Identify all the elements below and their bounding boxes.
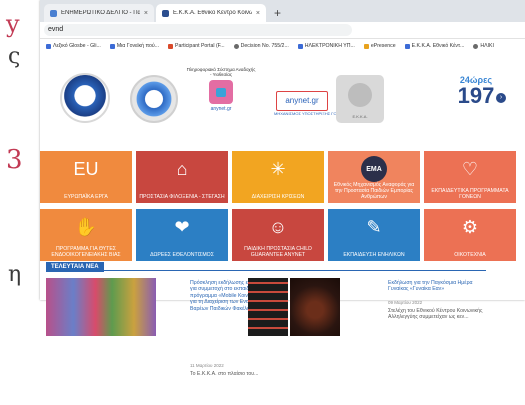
bookmark-favicon-icon	[46, 43, 51, 49]
news-image-poster[interactable]	[248, 278, 288, 336]
bookmark-item[interactable]: Μια Γονεϊκή πού...	[109, 43, 160, 49]
network-logo-icon[interactable]	[130, 75, 178, 123]
ema-logo-text: EMA	[361, 156, 387, 182]
tile-label: ΔΙΑΧΕΙΡΙΣΗ ΚΡΙΣΕΩΝ	[251, 194, 305, 200]
tile-label: ΔΩΡΕΕΣ ΕΘΕΛΟΝΤΙΣΜΟΣ	[150, 252, 214, 258]
tab-bar: ΕΝΗΜΕΡΩΤΙΚΟ ΔΕΛΤΙΟ - Παρου × Ε.Κ.Κ.Α. Εθ…	[40, 0, 525, 22]
slide-fragment-lower: η	[8, 262, 22, 287]
news-excerpt-2: Στελέχη του Εθνικού Κέντρου Κοινωνικής Α…	[388, 308, 483, 321]
news-date-2: 09 Μαρτίου 2022	[388, 300, 423, 305]
tile-parent-programs[interactable]: ♡ ΕΚΠΑΙΔΕΥΤΙΚΑ ΠΡΟΓΡΑΜΜΑΤΑ ΓΟΝΕΩΝ	[424, 151, 516, 203]
bookmark-item[interactable]: Ε.Κ.Κ.Α. Εθνικό Κέντ...	[404, 43, 465, 49]
bookmark-label: Ε.Κ.Κ.Α. Εθνικό Κέντ...	[411, 43, 465, 49]
news-excerpt-1: Το Ε.Κ.Κ.Α. στο πλαίσιο του...	[190, 371, 259, 377]
tile-label: ΠΡΟΣΤΑΣΙΑ ΦΙΛΟΞΕΝΙΑ - ΣΤΕΓΑΣΗ	[139, 194, 225, 200]
tab-title: ΕΝΗΜΕΡΩΤΙΚΟ ΔΕΛΤΙΟ - Παρου	[61, 10, 140, 16]
tile-label: Εθνικός Μηχανισμός Αναφοράς για την Προσ…	[333, 182, 415, 200]
tile-label: ΕΚΠΑΙΔΕΥΣΗ ΕΝΗΛΙΚΩΝ	[343, 252, 405, 258]
page-content: Πληροφοριακό Σύστημα Αναδοχής - Υιοθεσία…	[40, 53, 525, 300]
address-bar: evnd	[40, 22, 525, 39]
tab-favicon-icon	[50, 9, 57, 17]
tile-label: ΕΚΠΑΙΔΕΥΤΙΚΑ ΠΡΟΓΡΑΜΜΑΤΑ ΓΟΝΕΩΝ	[431, 188, 509, 200]
tile-child-guarantee[interactable]: ☺ ΠΑΙΔΙΚΗ ΠΡΟΣΤΑΣΙΑ CHILD GUARANTEE ANYN…	[232, 209, 324, 261]
tile-label: ΕΥΡΩΠΑΪΚΑ ΕΡΓΑ	[64, 194, 108, 200]
bookmark-item[interactable]: ΗΛΕΚΤΡΟΝΙΚΗ ΥΠ...	[297, 43, 355, 49]
ekka-logo-label: Ε.Κ.Κ.Α.	[352, 114, 368, 119]
tile-european-projects[interactable]: EU ΕΥΡΩΠΑΪΚΑ ΕΡΓΑ	[40, 151, 132, 203]
bookmarks-bar: Λεξικό Glosbe - Gli... Μια Γονεϊκή πού..…	[40, 39, 525, 54]
bookmark-favicon-icon	[233, 43, 239, 49]
network-icon: ✳	[270, 158, 286, 179]
slide-fragment-middle: 3	[6, 145, 23, 175]
tile-label: ΠΑΙΔΙΚΗ ΠΡΟΣΤΑΣΙΑ CHILD GUARANTEE ANYNET	[244, 246, 312, 258]
heart-hand-icon: ❤	[174, 216, 190, 237]
ekka-emblem-icon	[348, 83, 372, 107]
tab-close-icon[interactable]: ×	[256, 10, 260, 17]
tile-ema[interactable]: EMA Εθνικός Μηχανισμός Αναφοράς για την …	[328, 151, 420, 203]
bookmark-item[interactable]: Decision No. 755/2...	[233, 43, 289, 49]
tile-crafts[interactable]: ⚙ ΟΙΚΟΤΕΧΝΙΑ	[424, 209, 516, 261]
bookmark-item[interactable]: Λεξικό Glosbe - Gli...	[46, 43, 101, 49]
tab-title: Ε.Κ.Κ.Α. Εθνικό Κέντρο Κοινωνι	[173, 10, 252, 16]
bookmark-item[interactable]: ePresence	[363, 43, 396, 49]
bookmark-favicon-icon	[297, 43, 303, 49]
tile-crisis-management[interactable]: ✳ ΔΙΑΧΕΙΡΙΣΗ ΚΡΙΣΕΩΝ	[232, 151, 324, 203]
teacher-icon: ✎	[366, 216, 382, 237]
partner-logo-icon[interactable]	[60, 73, 110, 123]
adoption-system-logo[interactable]: Πληροφοριακό Σύστημα Αναδοχής - Υιοθεσία…	[186, 67, 256, 139]
bed-icon: ⌂	[176, 158, 188, 179]
tile-donations-volunteering[interactable]: ❤ ΔΩΡΕΕΣ ΕΘΕΛΟΝΤΙΣΜΟΣ	[136, 209, 228, 261]
news-image-face[interactable]	[290, 278, 340, 336]
tile-label: ΠΡΟΓΡΑΜΜΑ ΓΙΑ ΘΥΤΕΣ ΕΝΔΟΟΙΚΟΓΕΝΕΙΑΚΗΣ ΒΙ…	[51, 246, 121, 258]
bookmark-label: ΗΛΙΚΙ	[480, 43, 494, 49]
tab-newsletter[interactable]: ΕΝΗΜΕΡΩΤΙΚΟ ΔΕΛΤΙΟ - Παρου ×	[44, 4, 154, 22]
bookmark-label: Decision No. 755/2...	[240, 43, 289, 49]
bookmark-favicon-icon	[404, 43, 410, 49]
slide-fragment-upper: ς	[8, 44, 21, 69]
adoption-system-caption: Πληροφοριακό Σύστημα Αναδοχής - Υιοθεσία…	[186, 67, 256, 77]
tab-close-icon[interactable]: ×	[144, 10, 148, 17]
tab-ekka[interactable]: Ε.Κ.Κ.Α. Εθνικό Κέντρο Κοινωνι ×	[156, 4, 266, 22]
hotline-197-logo[interactable]: 24ώρες 197 ›	[440, 75, 512, 117]
bookmark-label: Μια Γονεϊκή πού...	[116, 43, 160, 49]
bookmark-item[interactable]: Participant Portal (F...	[168, 43, 225, 49]
bookmark-favicon-icon	[109, 43, 115, 49]
tile-adult-education[interactable]: ✎ ΕΚΠΑΙΔΕΥΣΗ ΕΝΗΛΙΚΩΝ	[328, 209, 420, 261]
url-input[interactable]: evnd	[44, 24, 352, 36]
ema-logo-icon: EMA	[358, 156, 390, 182]
tab-favicon-icon	[162, 9, 169, 17]
adoption-domain: anynet.gr	[210, 106, 232, 112]
news-title-2[interactable]: Εκδήλωση για την Παγκόσμια Ημέρα Γυναίκα…	[388, 280, 484, 293]
home-heart-icon: ♡	[461, 158, 479, 179]
bookmark-label: Λεξικό Glosbe - Gli...	[53, 43, 101, 49]
bookmark-favicon-icon	[168, 43, 174, 49]
tile-domestic-violence-program[interactable]: ✋ ΠΡΟΓΡΑΜΜΑ ΓΙΑ ΘΥΤΕΣ ΕΝΔΟΟΙΚΟΓΕΝΕΙΑΚΗΣ …	[40, 209, 132, 261]
bookmark-label: ePresence	[370, 43, 396, 49]
bookmark-favicon-icon	[473, 43, 479, 49]
tile-protection-hosting[interactable]: ⌂ ΠΡΟΣΤΑΣΙΑ ΦΙΛΟΞΕΝΙΑ - ΣΤΕΓΑΣΗ	[136, 151, 228, 203]
slide-fragment-top: y	[6, 10, 20, 38]
bookmark-item[interactable]: ΗΛΙΚΙ	[473, 43, 494, 49]
bookmark-label: Participant Portal (F...	[175, 43, 225, 49]
arrow-right-icon: ›	[496, 93, 506, 103]
house-heart-icon	[209, 80, 233, 104]
news-date-1: 11 Μαρτίου 2022	[190, 363, 224, 368]
eu-flag-icon: EU	[73, 158, 99, 179]
new-tab-button[interactable]: +	[268, 6, 287, 22]
news-divider	[46, 270, 486, 271]
hand-icon: ✋	[74, 216, 98, 237]
tile-label: ΟΙΚΟΤΕΧΝΙΑ	[454, 252, 486, 258]
bookmark-label: ΗΛΕΚΤΡΟΝΙΚΗ ΥΠ...	[304, 43, 355, 49]
anynet-logo[interactable]: anynet.gr	[276, 91, 328, 111]
browser-window: ΕΝΗΜΕΡΩΤΙΚΟ ΔΕΛΤΙΟ - Παρου × Ε.Κ.Κ.Α. Εθ…	[40, 0, 525, 300]
news-image-conference[interactable]	[46, 278, 156, 336]
children-icon: ☺	[268, 216, 288, 237]
loom-icon: ⚙	[461, 216, 479, 237]
ekka-logo[interactable]: Ε.Κ.Κ.Α.	[336, 75, 384, 123]
bookmark-favicon-icon	[363, 43, 369, 49]
